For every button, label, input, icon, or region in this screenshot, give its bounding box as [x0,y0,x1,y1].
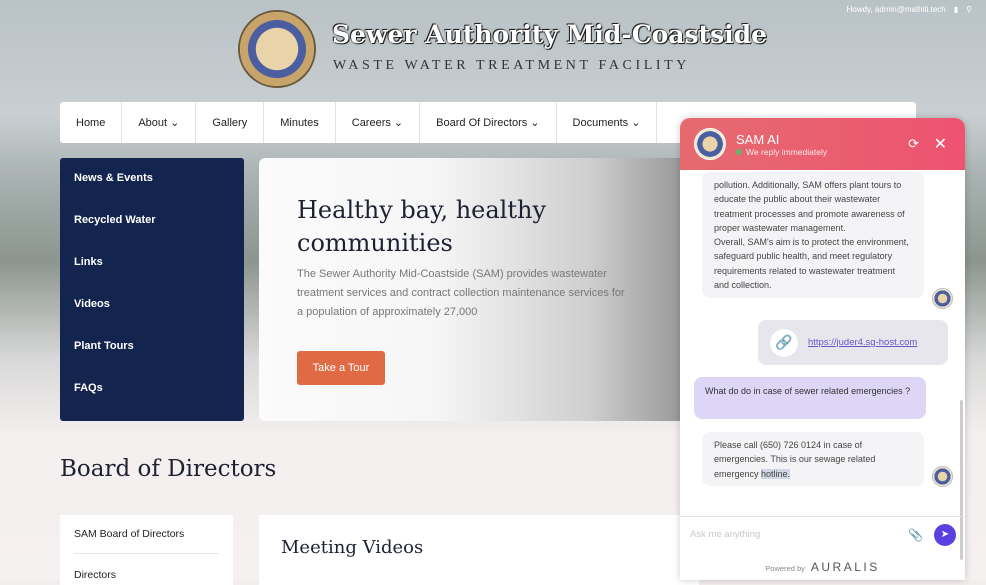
nav-careers[interactable]: Careers ⌄ [336,102,421,143]
sidebar: News & Events Recycled Water Links Video… [60,158,244,421]
chat-placeholder[interactable]: Ask me anything [690,529,760,540]
sidebar-item[interactable]: Links [74,256,230,298]
highlighted-text: hotline. [761,468,791,479]
take-tour-button[interactable]: Take a Tour [297,351,385,385]
user-message: What do do in case of sewer related emer… [694,377,926,419]
search-icon[interactable]: ⚲ [966,5,972,14]
admin-bar: Howdy, admin@mathiti.tech ▮ ⚲ [847,5,972,14]
sidebar-item[interactable]: FAQs [74,382,230,424]
chat-header: SAM AI We reply immediately ⟳ ✕ [680,118,965,170]
link-message: 🔗 https://juder4.sg-host.com [758,320,948,365]
site-title: Sewer Authority Mid-Coastside [332,20,768,49]
board-menu: SAM Board of Directors Directors [60,515,233,585]
brand-logo: AURALIS [810,560,880,574]
sidebar-item[interactable]: News & Events [74,172,230,214]
nav-documents[interactable]: Documents ⌄ [557,102,658,143]
sidebar-item[interactable]: Recycled Water [74,214,230,256]
nav-about[interactable]: About ⌄ [122,102,197,143]
board-item[interactable]: SAM Board of Directors [74,528,219,554]
nav-home[interactable]: Home [60,102,123,143]
send-button[interactable]: ➤ [934,523,956,546]
meeting-videos-heading: Meeting Videos [259,515,699,585]
paperclip-icon[interactable]: 📎 [908,528,923,542]
chat-input[interactable]: Ask me anything 📎 ➤ [680,516,965,552]
chat-widget: SAM AI We reply immediately ⟳ ✕ pollution… [680,118,965,580]
bot-message: pollution. Additionally, SAM offers plan… [702,172,924,299]
hero-heading: Healthy bay, healthy communities [297,196,547,257]
site-logo[interactable] [238,10,316,88]
chat-messages: pollution. Additionally, SAM offers plan… [680,170,965,560]
link-url[interactable]: https://juder4.sg-host.com [808,337,917,348]
nav-minutes[interactable]: Minutes [264,102,336,143]
bot-avatar [932,288,953,309]
hero-banner: Healthy bay, healthy communities The Sew… [259,158,699,421]
bot-message: Please call (650) 726 0124 in case of em… [702,432,924,486]
nav-gallery[interactable]: Gallery [196,102,265,143]
sidebar-item[interactable]: Plant Tours [74,340,230,382]
bot-avatar [932,466,953,487]
refresh-icon[interactable]: ⟳ [908,136,919,152]
powered-label: Powered by [765,564,805,573]
chat-name: SAM AI [736,131,780,147]
user-icon[interactable]: ▮ [954,5,958,14]
sidebar-item[interactable]: Videos [74,298,230,340]
chat-status: We reply immediately [746,146,828,157]
site-subtitle: WASTE WATER TREATMENT FACILITY [333,58,691,73]
bot-message-text: Please call (650) 726 0124 in case of em… [714,440,876,479]
bot-avatar [694,128,726,160]
hero-text: The Sewer Authority Mid-Coastside (SAM) … [297,268,625,318]
nav-board[interactable]: Board Of Directors ⌄ [420,102,557,143]
online-dot [736,148,742,155]
board-item[interactable]: Directors [74,569,219,581]
link-icon: 🔗 [770,328,798,357]
close-icon[interactable]: ✕ [934,134,947,154]
greeting[interactable]: Howdy, admin@mathiti.tech [847,5,946,14]
powered-by: Powered by AURALIS [680,560,965,574]
board-heading: Board of Directors [60,456,277,482]
